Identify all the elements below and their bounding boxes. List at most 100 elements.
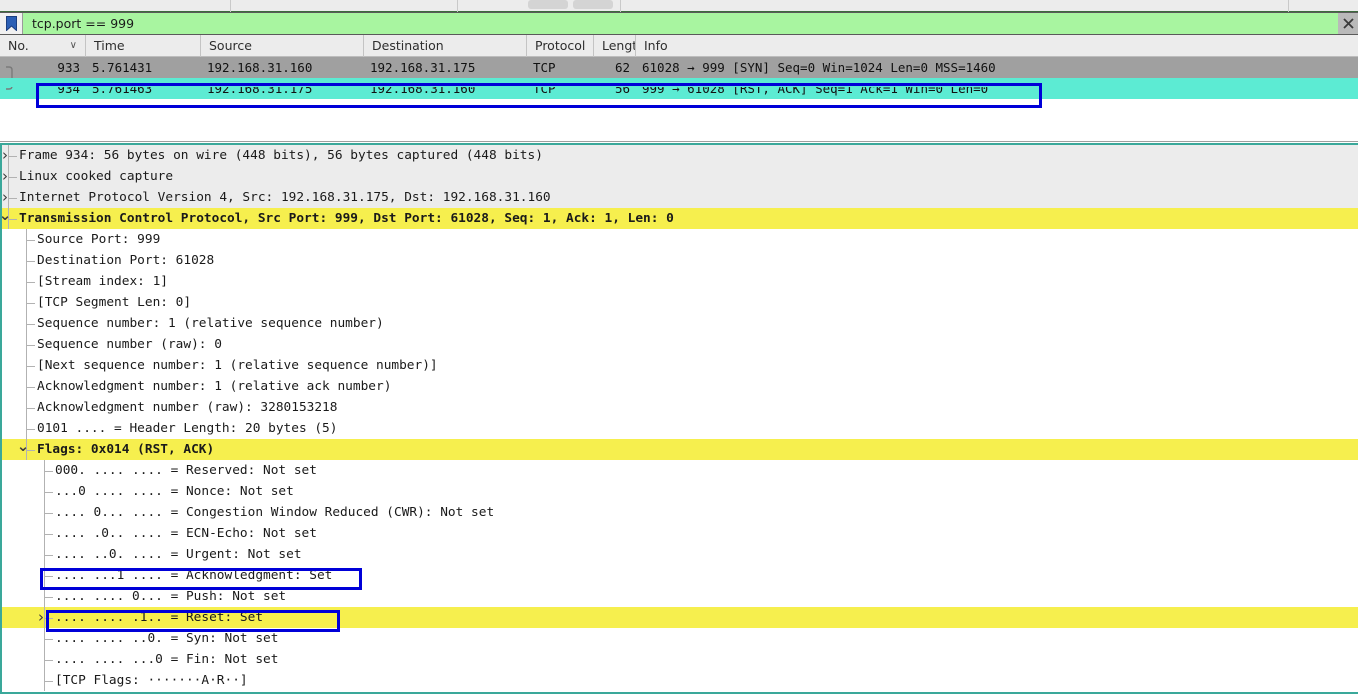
column-header-length[interactable]: Lengtl xyxy=(594,35,636,57)
tree-row[interactable]: [TCP Flags: ·······A·R··] xyxy=(2,670,1358,691)
tree-row[interactable]: › Linux cooked capture xyxy=(2,166,1358,187)
tree-row-label: Internet Protocol Version 4, Src: 192.16… xyxy=(19,190,551,205)
tree-row[interactable]: .... .... ..0. = Syn: Not set xyxy=(2,628,1358,649)
tree-row[interactable]: [Next sequence number: 1 (relative seque… xyxy=(2,355,1358,376)
tree-guide-line xyxy=(26,303,35,304)
tree-guide-line xyxy=(26,429,35,430)
tree-guide-line xyxy=(44,513,53,514)
toolbar-separator xyxy=(620,0,621,12)
tree-row-label: .... .... ..0. = Syn: Not set xyxy=(55,631,279,646)
toolbar-separator xyxy=(457,0,458,12)
tree-row[interactable]: .... .... 0... = Push: Not set xyxy=(2,586,1358,607)
main-toolbar xyxy=(0,0,1358,12)
tree-row[interactable]: 0101 .... = Header Length: 20 bytes (5) xyxy=(2,418,1358,439)
tree-row-label: .... ...1 .... = Acknowledgment: Set xyxy=(55,568,333,583)
tree-row-label: Source Port: 999 xyxy=(37,232,161,247)
tree-row[interactable]: [Stream index: 1] xyxy=(2,271,1358,292)
chevron-down-icon[interactable]: ⌄ xyxy=(16,439,30,460)
tree-row-label: [Stream index: 1] xyxy=(37,274,168,289)
cell-length: 62 xyxy=(614,60,630,75)
cell-time: 5.761431 xyxy=(92,60,153,75)
tree-guide-line xyxy=(26,408,35,409)
clear-filter-icon[interactable] xyxy=(1338,13,1358,34)
column-header-time[interactable]: Time xyxy=(86,35,201,57)
chevron-right-icon[interactable]: › xyxy=(2,166,12,187)
bookmark-icon-glyph xyxy=(5,16,17,31)
tree-row[interactable]: ⌄ Transmission Control Protocol, Src Port… xyxy=(2,208,1358,229)
packet-details-pane[interactable]: › Frame 934: 56 bytes on wire (448 bits),… xyxy=(0,143,1358,694)
tree-row-label: .... .... 0... = Push: Not set xyxy=(55,589,287,604)
tree-row-label: Transmission Control Protocol, Src Port:… xyxy=(19,211,674,226)
tree-row-label: [TCP Segment Len: 0] xyxy=(37,295,192,310)
tree-guide-line xyxy=(44,639,53,640)
tree-row-label: .... .... .1.. = Reset: Set xyxy=(55,610,264,625)
packet-list-rows: 933 5.761431 192.168.31.160 192.168.31.1… xyxy=(0,57,1358,99)
tree-row-label: .... ..0. .... = Urgent: Not set xyxy=(55,547,302,562)
tree-row[interactable]: Sequence number (raw): 0 xyxy=(2,334,1358,355)
display-filter-bar[interactable]: tcp.port == 999 xyxy=(0,12,1358,35)
tree-row[interactable]: .... ...1 .... = Acknowledgment: Set xyxy=(2,565,1358,586)
tree-guide-line xyxy=(26,282,35,283)
chevron-right-icon[interactable]: › xyxy=(2,145,12,166)
close-icon-glyph xyxy=(1342,18,1354,29)
tree-row-label: Destination Port: 61028 xyxy=(37,253,215,268)
tree-row[interactable]: ...0 .... .... = Nonce: Not set xyxy=(2,481,1358,502)
related-packet-icon xyxy=(6,66,13,78)
tree-row[interactable]: .... .0.. .... = ECN-Echo: Not set xyxy=(2,523,1358,544)
packet-list-header: No. ∨ Time Source Destination Protocol L… xyxy=(0,35,1358,57)
column-header-destination[interactable]: Destination xyxy=(364,35,527,57)
tree-row-label: 000. .... .... = Reserved: Not set xyxy=(55,463,317,478)
row-highlight-extension xyxy=(0,78,1358,87)
toolbar-button-1[interactable] xyxy=(528,0,568,9)
column-header-source[interactable]: Source xyxy=(201,35,364,57)
bookmark-icon[interactable] xyxy=(0,13,23,34)
tree-row-label: Linux cooked capture xyxy=(19,169,174,184)
tree-guide-line xyxy=(26,324,35,325)
tree-row[interactable]: ⌄ Flags: 0x014 (RST, ACK) xyxy=(2,439,1358,460)
tree-row[interactable]: Source Port: 999 xyxy=(2,229,1358,250)
tree-guide-line xyxy=(44,471,53,472)
tree-row[interactable]: › .... .... .1.. = Reset: Set xyxy=(2,607,1358,628)
tree-row-label: Acknowledgment number (raw): 3280153218 xyxy=(37,400,338,415)
tree-row-label: Sequence number: 1 (relative sequence nu… xyxy=(37,316,384,331)
column-header-no[interactable]: No. ∨ xyxy=(0,35,86,57)
chevron-down-icon[interactable]: ⌄ xyxy=(2,208,12,229)
table-row[interactable]: 933 5.761431 192.168.31.160 192.168.31.1… xyxy=(0,57,1358,78)
display-filter-input[interactable]: tcp.port == 999 xyxy=(23,13,1338,34)
tree-row[interactable]: › Frame 934: 56 bytes on wire (448 bits),… xyxy=(2,145,1358,166)
toolbar-button-2[interactable] xyxy=(573,0,613,9)
tree-guide-line xyxy=(44,555,53,556)
chevron-right-icon[interactable]: › xyxy=(2,187,12,208)
tree-row-label: [Next sequence number: 1 (relative seque… xyxy=(37,358,438,373)
tree-guide-line xyxy=(26,261,35,262)
tree-row-label: Frame 934: 56 bytes on wire (448 bits), … xyxy=(19,148,543,163)
tree-row[interactable]: .... 0... .... = Congestion Window Reduc… xyxy=(2,502,1358,523)
tree-row[interactable]: Acknowledgment number: 1 (relative ack n… xyxy=(2,376,1358,397)
tree-row[interactable]: Sequence number: 1 (relative sequence nu… xyxy=(2,313,1358,334)
cell-protocol: TCP xyxy=(533,60,556,75)
tree-row[interactable]: Destination Port: 61028 xyxy=(2,250,1358,271)
toolbar-separator xyxy=(1288,0,1289,12)
tree-row-label: ...0 .... .... = Nonce: Not set xyxy=(55,484,294,499)
tree-row-label: .... .... ...0 = Fin: Not set xyxy=(55,652,279,667)
tree-row[interactable]: .... ..0. .... = Urgent: Not set xyxy=(2,544,1358,565)
packet-list-pane[interactable]: No. ∨ Time Source Destination Protocol L… xyxy=(0,35,1358,142)
tree-guide-line xyxy=(44,576,53,577)
tree-row[interactable]: 000. .... .... = Reserved: Not set xyxy=(2,460,1358,481)
column-header-info[interactable]: Info xyxy=(636,35,1358,57)
tree-guide-line xyxy=(44,534,53,535)
tree-row[interactable]: [TCP Segment Len: 0] xyxy=(2,292,1358,313)
tree-guide-line xyxy=(44,597,53,598)
tree-guide-line xyxy=(26,240,35,241)
tree-guide-line xyxy=(26,366,35,367)
tree-guide-line xyxy=(26,345,35,346)
sort-descending-icon[interactable]: ∨ xyxy=(70,35,77,57)
cell-destination: 192.168.31.175 xyxy=(370,60,476,75)
tree-row[interactable]: › Internet Protocol Version 4, Src: 192.1… xyxy=(2,187,1358,208)
tree-guide-line xyxy=(44,660,53,661)
tree-row[interactable]: Acknowledgment number (raw): 3280153218 xyxy=(2,397,1358,418)
column-header-protocol[interactable]: Protocol xyxy=(527,35,594,57)
cell-source: 192.168.31.160 xyxy=(207,60,313,75)
tree-row[interactable]: .... .... ...0 = Fin: Not set xyxy=(2,649,1358,670)
chevron-right-icon[interactable]: › xyxy=(34,607,48,628)
